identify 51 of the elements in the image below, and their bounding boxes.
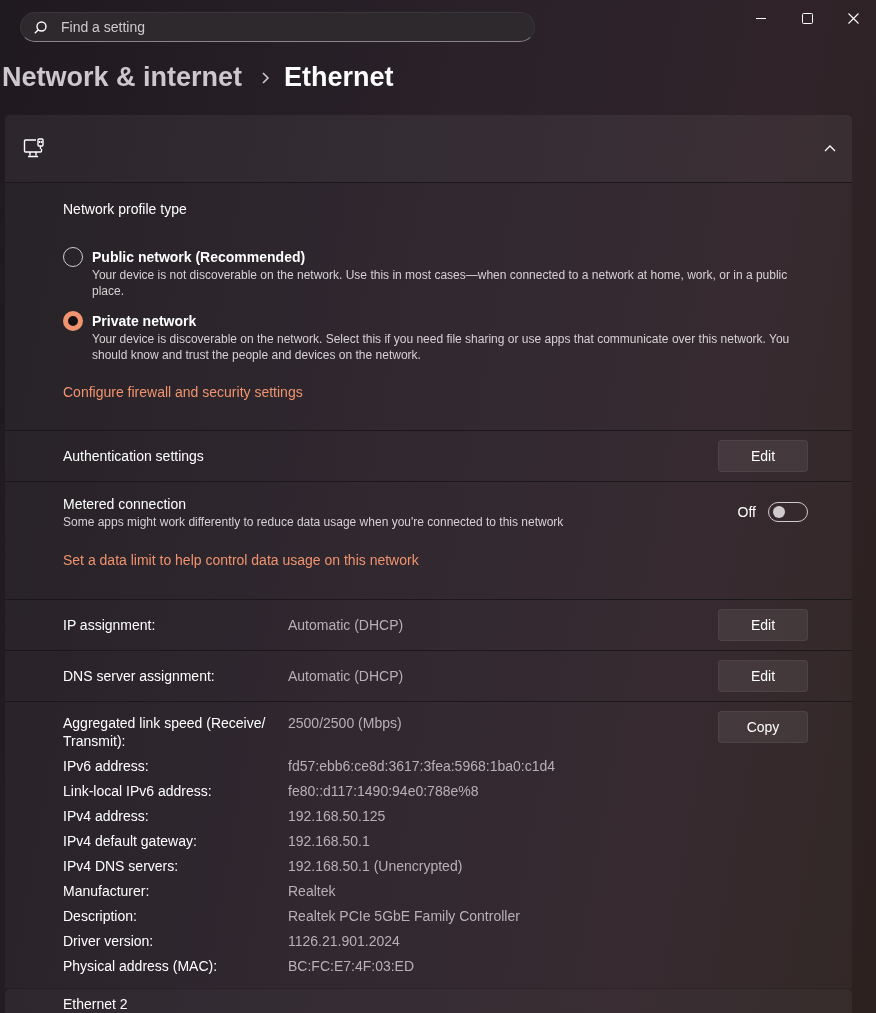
setting-label: Authentication settings — [63, 446, 204, 466]
property-value: fe80::d117:1490:94e0:788e%8 — [288, 781, 479, 800]
option-label: Private network — [92, 311, 198, 331]
maximize-icon — [801, 12, 813, 24]
property-label: IPv4 address: — [63, 806, 150, 825]
setting-description: Some apps might work differently to reduce data usage when you're connected to this network — [63, 513, 564, 531]
property-label: Aggregated link speed (Receive/ Transmit): — [63, 713, 267, 750]
setting-value: Automatic (DHCP) — [288, 616, 404, 635]
property-value: 192.168.50.1 — [288, 831, 370, 850]
option-label: Public network (Recommended) — [92, 247, 307, 267]
property-label: Description: — [63, 906, 138, 925]
property-value: 192.168.50.1 (Unencrypted) — [288, 856, 463, 875]
data-limit-link[interactable]: Set a data limit to help control data usage on this network — [63, 550, 419, 571]
property-label: Driver version: — [63, 931, 155, 950]
page-title: Ethernet — [284, 62, 394, 94]
property-value: BC:FC:E7:4F:03:ED — [288, 956, 415, 975]
adapter-name: Ethernet 2 — [63, 996, 128, 1012]
setting-value: Automatic (DHCP) — [288, 667, 404, 686]
edit-button[interactable]: Edit — [718, 439, 808, 472]
radio-button[interactable] — [63, 310, 83, 331]
option-description: Your device is not discoverable on the network. Use this in most cases—when connected to a network at home, work, or in a public place. — [92, 266, 789, 300]
adapter-card[interactable]: Ethernet 2 — [5, 989, 852, 1013]
property-value: fd57:ebb6:ce8d:3617:3fea:5968:1ba0:c1d4 — [288, 756, 556, 775]
firewall-link[interactable]: Configure firewall and security settings — [63, 381, 303, 402]
property-label: Physical address (MAC): — [63, 956, 219, 975]
search-icon — [34, 21, 47, 34]
option-description: Your device is discoverable on the network. Select this if you need file sharing or use apps that communicate over this network. You should know and trust the people and devices on the network. — [92, 330, 791, 364]
ethernet-monitor-icon — [23, 138, 45, 159]
property-label: Manufacturer: — [63, 881, 151, 900]
toggle-state-label: Off — [737, 503, 756, 520]
property-value: 2500/2500 (Mbps) — [288, 713, 402, 732]
minimize-icon — [756, 17, 766, 19]
setting-label: IP assignment: — [63, 616, 157, 635]
search-field[interactable]: Find a setting — [20, 12, 535, 42]
setting-label: Metered connection — [63, 494, 187, 514]
property-label: IPv4 default gateway: — [63, 831, 198, 850]
property-value: Realtek — [288, 881, 336, 900]
setting-label: DNS server assignment: — [63, 667, 216, 686]
property-label: Link-local IPv6 address: — [63, 781, 213, 800]
breadcrumb-link[interactable]: Network & internet — [2, 62, 243, 94]
section-heading: Network profile type — [63, 199, 188, 219]
edit-button[interactable]: Edit — [718, 660, 808, 693]
chevron-right-icon — [260, 71, 271, 84]
copy-button[interactable]: Copy — [718, 711, 808, 744]
property-value: Realtek PCIe 5GbE Family Controller — [288, 906, 520, 925]
close-icon — [847, 12, 859, 24]
property-label: IPv6 address: — [63, 756, 150, 775]
property-value: 1126.21.901.2024 — [288, 931, 400, 950]
property-label: IPv4 DNS servers: — [63, 856, 180, 875]
edit-button[interactable]: Edit — [718, 609, 808, 642]
property-value: 192.168.50.125 — [288, 806, 386, 825]
